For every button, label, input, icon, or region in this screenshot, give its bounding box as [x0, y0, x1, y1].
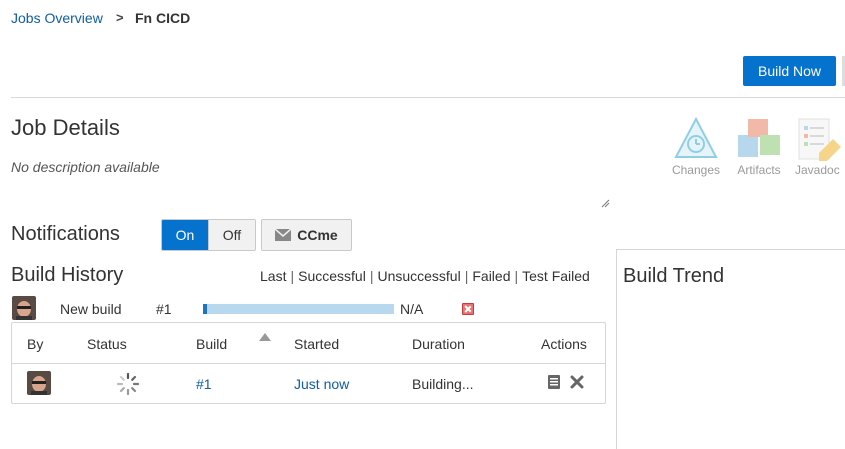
table-header-divider [12, 363, 605, 364]
build-progress-bar [203, 304, 394, 314]
filter-separator: | [464, 268, 469, 284]
job-description[interactable]: No description available [11, 159, 160, 175]
resize-grip-icon[interactable] [600, 198, 610, 208]
envelope-icon [275, 229, 292, 241]
column-header-actions: Actions [541, 336, 587, 352]
filter-separator: | [514, 268, 519, 284]
cancel-build-icon[interactable] [462, 303, 474, 315]
divider [11, 97, 845, 98]
avatar [12, 296, 36, 320]
build-history-table: By Status Build Started Duration Actions [11, 322, 606, 404]
build-number-link[interactable]: #1 [196, 376, 212, 392]
column-header-by[interactable]: By [27, 336, 43, 352]
artifacts-icon [738, 119, 780, 157]
filter-unsuccessful-link[interactable]: Unsuccessful [377, 268, 460, 284]
build-trend-title: Build Trend [623, 265, 725, 287]
changes-link[interactable]: Changes [668, 117, 724, 177]
javadoc-label: Javadoc [795, 163, 840, 177]
console-log-icon[interactable] [548, 375, 560, 389]
breadcrumb-chevron-icon: > [116, 10, 124, 25]
notifications-on-button[interactable]: On [162, 220, 208, 250]
filter-separator: | [290, 268, 295, 284]
build-progress-fill [203, 304, 207, 314]
filter-test-failed-link[interactable]: Test Failed [522, 268, 590, 284]
artifacts-label: Artifacts [737, 163, 781, 177]
notifications-label: Notifications [11, 223, 120, 245]
new-build-label: New build [60, 301, 122, 317]
build-duration: Building... [412, 376, 474, 392]
ccme-label: CCme [297, 227, 338, 243]
changes-icon [674, 117, 718, 158]
filter-successful-link[interactable]: Successful [298, 268, 366, 284]
filter-separator: | [369, 268, 374, 284]
column-header-duration[interactable]: Duration [412, 336, 465, 352]
build-eta: N/A [400, 301, 424, 317]
notifications-toggle: On Off [161, 219, 256, 251]
abort-build-icon[interactable] [570, 375, 584, 389]
column-header-status[interactable]: Status [87, 336, 127, 352]
changes-label: Changes [671, 163, 721, 177]
javadoc-icon [798, 118, 841, 161]
sort-ascending-icon[interactable] [259, 333, 271, 341]
build-now-button[interactable]: Build Now [743, 56, 836, 86]
column-header-build[interactable]: Build [196, 336, 227, 352]
job-details-title: Job Details [11, 115, 120, 140]
javadoc-link[interactable]: Javadoc [795, 117, 845, 177]
filter-failed-link[interactable]: Failed [472, 268, 510, 284]
build-trend-panel: Build Trend [616, 249, 845, 449]
artifacts-link[interactable]: Artifacts [731, 117, 787, 177]
build-history-filters: Last | Successful | Unsuccessful | Failed | Test… [260, 268, 590, 284]
spinner-icon [116, 372, 140, 396]
row-avatar [27, 371, 51, 395]
build-started-link[interactable]: Just now [294, 376, 349, 392]
filter-last-link[interactable]: Last [260, 268, 286, 284]
column-header-started[interactable]: Started [294, 336, 339, 352]
breadcrumb-current: Fn CICD [135, 10, 191, 26]
new-build-number: #1 [156, 301, 172, 317]
breadcrumb-jobs-overview-link[interactable]: Jobs Overview [11, 10, 103, 26]
ccme-button[interactable]: CCme [261, 219, 352, 251]
notifications-off-button[interactable]: Off [208, 220, 255, 250]
build-history-title: Build History [11, 264, 124, 286]
